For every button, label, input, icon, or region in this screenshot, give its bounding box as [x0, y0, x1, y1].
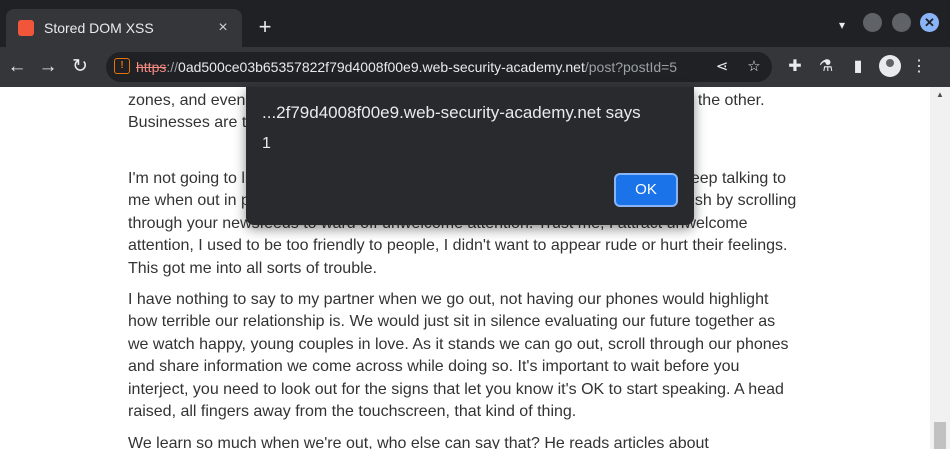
close-tab-icon[interactable]: × [214, 19, 232, 37]
tab-search-icon[interactable]: ▾ [832, 15, 852, 35]
url-separator: :// [166, 59, 179, 75]
scroll-up-arrow-icon[interactable]: ▲ [930, 87, 950, 103]
tab-title: Stored DOM XSS [44, 20, 154, 36]
profile-avatar[interactable] [879, 55, 901, 77]
url-text[interactable]: https://0ad500ce03b65357822f79d4008f00e9… [136, 59, 710, 75]
browser-tab[interactable]: Stored DOM XSS × [6, 9, 242, 47]
article-paragraph: I have nothing to say to my partner when… [128, 291, 789, 421]
new-tab-button[interactable]: + [254, 16, 276, 38]
close-icon: ✕ [924, 15, 935, 30]
browser-menu-icon[interactable]: ⋮ [908, 56, 930, 78]
bookmark-star-icon[interactable]: ☆ [744, 57, 764, 77]
tab-strip: Stored DOM XSS × + ▾ ✕ [0, 0, 950, 47]
not-secure-warning-icon[interactable]: ! [114, 58, 130, 74]
url-scheme: https [136, 59, 167, 75]
address-bar[interactable]: ! https://0ad500ce03b65357822f79d4008f00… [106, 52, 772, 82]
side-panel-icon[interactable]: ▮ [847, 56, 869, 78]
dialog-origin-title: ...2f79d4008f00e9.web-security-academy.n… [262, 103, 641, 122]
window-close-button[interactable]: ✕ [920, 13, 939, 32]
dialog-message: 1 [262, 135, 271, 152]
page-scrollbar[interactable]: ▲ [930, 87, 950, 449]
browser-toolbar: ← → ↻ ! https://0ad500ce03b65357822f79d4… [0, 47, 950, 87]
scrollbar-thumb[interactable] [934, 422, 946, 449]
reload-icon[interactable]: ↻ [68, 55, 92, 79]
url-host: 0ad500ce03b65357822f79d4008f00e9.web-sec… [178, 59, 585, 75]
window-maximize-button[interactable] [892, 13, 911, 32]
share-icon[interactable]: ⋖ [712, 57, 732, 77]
url-path: /post?postId=5 [584, 59, 678, 75]
labs-flask-icon[interactable]: ⚗ [815, 56, 837, 78]
window-minimize-button[interactable] [863, 13, 882, 32]
forward-arrow-icon[interactable]: → [36, 55, 60, 79]
article-paragraph: We learn so much when we're out, who els… [128, 435, 709, 449]
burp-academy-favicon-icon [18, 20, 34, 36]
back-arrow-icon[interactable]: ← [5, 55, 29, 79]
ok-button[interactable]: OK [614, 173, 678, 207]
javascript-alert-dialog: ...2f79d4008f00e9.web-security-academy.n… [246, 87, 694, 225]
extensions-puzzle-icon[interactable]: ✚ [784, 56, 806, 78]
